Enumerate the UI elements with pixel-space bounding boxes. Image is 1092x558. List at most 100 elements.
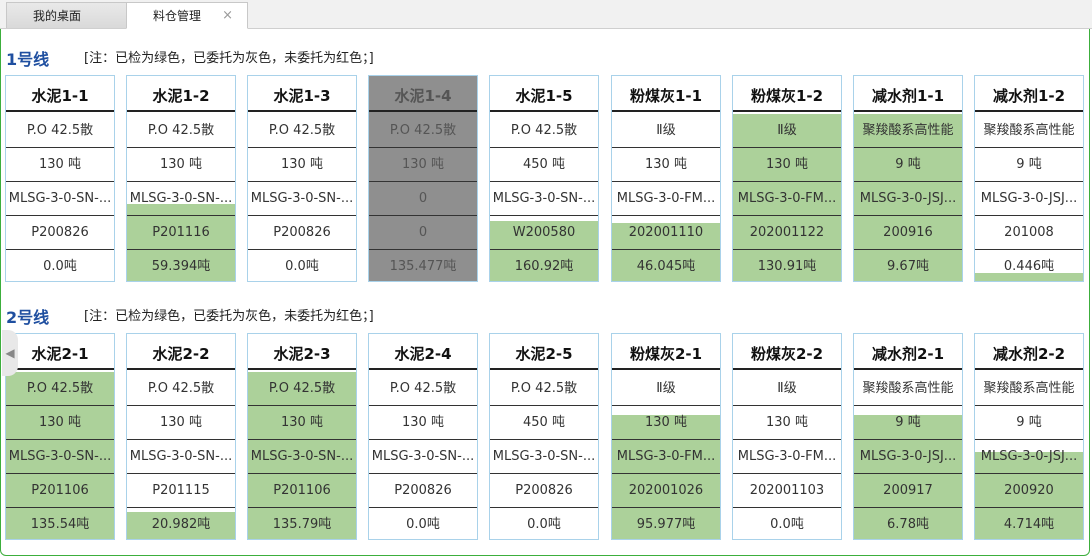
batch-cell: 0 <box>369 216 477 250</box>
bin-card[interactable]: 粉煤灰2-2 Ⅱ级 130 吨 MLSG-3-0-FM... 202001103 0.0吨 <box>732 333 842 540</box>
amount-cell: 135.79吨 <box>272 517 332 532</box>
capacity-cell: 130 吨 <box>612 406 720 440</box>
spec-cell: Ⅱ级 <box>612 372 720 406</box>
amount-cell: 59.394吨 <box>151 259 211 274</box>
close-icon[interactable]: × <box>222 3 233 29</box>
amount-cell: 0.0吨 <box>406 517 440 532</box>
bin-card[interactable]: 减水剂2-2 聚羧酸系高性能 9 吨 MLSG-3-0-JSJ... 200920 4.7… <box>974 333 1084 540</box>
bin-card[interactable]: 减水剂1-1 聚羧酸系高性能 9 吨 MLSG-3-0-JSJ... 200916 9.6… <box>853 75 963 282</box>
capacity-cell: 9 吨 <box>854 406 962 440</box>
capacity-cell: 130 吨 <box>127 148 235 182</box>
code-cell: MLSG-3-0-FM... <box>612 440 720 474</box>
spec-cell: P.O 42.5散 <box>248 114 356 148</box>
bin-name: 减水剂1-1 <box>854 76 962 112</box>
spec-cell: P.O 42.5散 <box>127 114 235 148</box>
bin-card[interactable]: 水泥2-2 P.O 42.5散 130 吨 MLSG-3-0-SN-... P20111… <box>126 333 236 540</box>
amount-cell: 135.54吨 <box>30 517 90 532</box>
code-cell: MLSG-3-0-SN-... <box>490 182 598 216</box>
bin-name: 水泥2-5 <box>490 334 598 370</box>
code-cell: MLSG-3-0-SN-... <box>369 440 477 474</box>
code-cell: MLSG-3-0-FM... <box>733 440 841 474</box>
spec-cell: Ⅱ级 <box>733 372 841 406</box>
bin-card[interactable]: 减水剂1-2 聚羧酸系高性能 9 吨 MLSG-3-0-JSJ... 201008 0.4… <box>974 75 1084 282</box>
bin-card[interactable]: 水泥1-5 P.O 42.5散 450 吨 MLSG-3-0-SN-... W20058… <box>489 75 599 282</box>
bin-name: 水泥2-4 <box>369 334 477 370</box>
bin-name: 减水剂2-2 <box>975 334 1083 370</box>
batch-cell: P201106 <box>6 474 114 508</box>
chevron-left-icon[interactable]: ◀ <box>2 330 18 376</box>
batch-cell: 202001122 <box>733 216 841 250</box>
amount-cell: 130.91吨 <box>757 259 817 274</box>
amount-cell: 0.0吨 <box>527 517 561 532</box>
bin-name: 粉煤灰2-2 <box>733 334 841 370</box>
amount-cell: 9.67吨 <box>887 259 929 274</box>
bin-name: 粉煤灰1-2 <box>733 76 841 112</box>
code-cell: MLSG-3-0-SN-... <box>127 182 235 216</box>
code-cell: MLSG-3-0-SN-... <box>6 182 114 216</box>
spec-cell: Ⅱ级 <box>733 114 841 148</box>
amount-cell: 160.92吨 <box>514 259 574 274</box>
code-cell: MLSG-3-0-FM... <box>612 182 720 216</box>
capacity-cell: 130 吨 <box>369 406 477 440</box>
spec-cell: P.O 42.5散 <box>369 372 477 406</box>
code-cell: MLSG-3-0-FM... <box>733 182 841 216</box>
code-cell: MLSG-3-0-SN-... <box>248 182 356 216</box>
spec-cell: P.O 42.5散 <box>6 114 114 148</box>
spec-cell: P.O 42.5散 <box>490 114 598 148</box>
batch-cell: 201008 <box>975 216 1083 250</box>
batch-cell: P200826 <box>369 474 477 508</box>
bin-name: 减水剂1-2 <box>975 76 1083 112</box>
bin-card[interactable]: 水泥1-2 P.O 42.5散 130 吨 MLSG-3-0-SN-... P20111… <box>126 75 236 282</box>
batch-cell: 200920 <box>975 474 1083 508</box>
spec-cell: 聚羧酸系高性能 <box>975 372 1083 406</box>
bin-card[interactable]: 粉煤灰1-2 Ⅱ级 130 吨 MLSG-3-0-FM... 202001122 130.… <box>732 75 842 282</box>
capacity-cell: 130 吨 <box>369 148 477 182</box>
code-cell: MLSG-3-0-SN-... <box>6 440 114 474</box>
bin-card[interactable]: 水泥1-1 P.O 42.5散 130 吨 MLSG-3-0-SN-... P20082… <box>5 75 115 282</box>
capacity-cell: 130 吨 <box>248 148 356 182</box>
tab-desktop[interactable]: 我的桌面 <box>6 2 130 28</box>
tab-bin-management[interactable]: 料仓管理 × <box>126 2 248 29</box>
batch-cell: P200826 <box>6 216 114 250</box>
amount-cell: 0.0吨 <box>770 517 804 532</box>
capacity-cell: 9 吨 <box>854 148 962 182</box>
line-1-title: 1号线 <box>6 50 50 69</box>
capacity-cell: 130 吨 <box>6 148 114 182</box>
amount-cell: 0.0吨 <box>285 259 319 274</box>
batch-cell: P200826 <box>248 216 356 250</box>
tab-label: 我的桌面 <box>33 9 82 23</box>
bin-card[interactable]: 粉煤灰2-1 Ⅱ级 130 吨 MLSG-3-0-FM... 202001026 95.9… <box>611 333 721 540</box>
spec-cell: P.O 42.5散 <box>490 372 598 406</box>
spec-cell: 聚羧酸系高性能 <box>854 372 962 406</box>
bin-card[interactable]: 粉煤灰1-1 Ⅱ级 130 吨 MLSG-3-0-FM... 202001110 46.0… <box>611 75 721 282</box>
line-2-title: 2号线 <box>6 308 50 327</box>
amount-cell: 135.477吨 <box>389 259 457 274</box>
tab-bar: 我的桌面 料仓管理 × <box>0 0 1092 29</box>
capacity-cell: 130 吨 <box>248 406 356 440</box>
amount-cell: 0.0吨 <box>43 259 77 274</box>
batch-cell: W200580 <box>490 216 598 250</box>
bin-card[interactable]: 水泥1-4 P.O 42.5散 130 吨 0 0 135.477吨 <box>368 75 478 282</box>
bin-name: 水泥1-4 <box>369 76 477 112</box>
amount-cell: 4.714吨 <box>1003 517 1055 532</box>
line-2-note: [注：已检为绿色，已委托为灰色，未委托为红色；] <box>84 309 374 324</box>
bin-card[interactable]: 水泥2-1 P.O 42.5散 130 吨 MLSG-3-0-SN-... P20110… <box>5 333 115 540</box>
code-cell: MLSG-3-0-JSJ... <box>854 182 962 216</box>
code-cell: MLSG-3-0-JSJ... <box>975 182 1083 216</box>
bin-card[interactable]: 水泥2-3 P.O 42.5散 130 吨 MLSG-3-0-SN-... P20110… <box>247 333 357 540</box>
spec-cell: Ⅱ级 <box>612 114 720 148</box>
bin-name: 粉煤灰1-1 <box>612 76 720 112</box>
code-cell: MLSG-3-0-SN-... <box>248 440 356 474</box>
amount-cell: 0.446吨 <box>1003 259 1055 274</box>
capacity-cell: 130 吨 <box>733 406 841 440</box>
bin-card[interactable]: 水泥2-4 P.O 42.5散 130 吨 MLSG-3-0-SN-... P20082… <box>368 333 478 540</box>
bin-card[interactable]: 水泥2-5 P.O 42.5散 450 吨 MLSG-3-0-SN-... P20082… <box>489 333 599 540</box>
code-cell: MLSG-3-0-SN-... <box>127 440 235 474</box>
code-cell: 0 <box>369 182 477 216</box>
line-1-note: [注：已检为绿色，已委托为灰色，未委托为红色；] <box>84 51 374 66</box>
batch-cell: P200826 <box>490 474 598 508</box>
batch-cell: 200917 <box>854 474 962 508</box>
bin-card[interactable]: 水泥1-3 P.O 42.5散 130 吨 MLSG-3-0-SN-... P20082… <box>247 75 357 282</box>
bin-card[interactable]: 减水剂2-1 聚羧酸系高性能 9 吨 MLSG-3-0-JSJ... 200917 6.7… <box>853 333 963 540</box>
batch-cell: 202001110 <box>612 216 720 250</box>
